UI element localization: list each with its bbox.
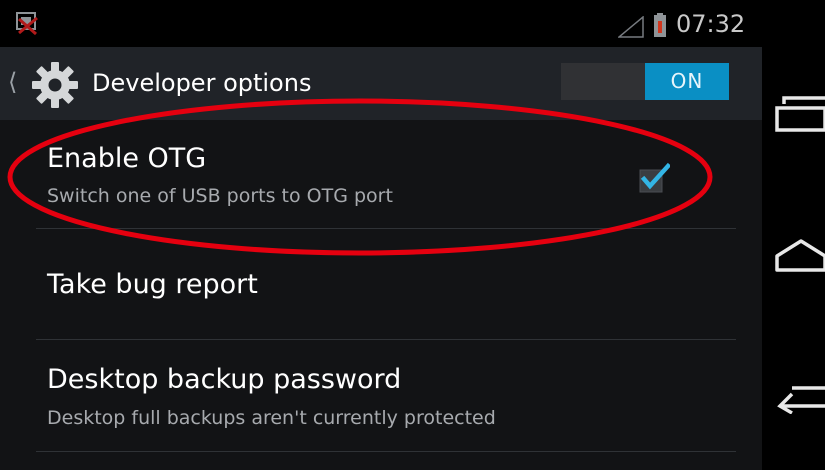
- back-button[interactable]: [762, 350, 825, 450]
- pref-summary: Switch one of USB ports to OTG port: [47, 185, 393, 207]
- status-bar: 07:32: [0, 0, 762, 47]
- usb-debugging-notification-icon: [16, 12, 38, 36]
- android-device-screen: 07:32 ⟨ Developer options ON Enable OTG …: [0, 0, 825, 470]
- pref-title: Enable OTG: [47, 143, 207, 174]
- pref-title: Take bug report: [47, 269, 258, 300]
- recent-apps-button[interactable]: [762, 72, 825, 172]
- pref-desktop-backup-password[interactable]: Desktop backup password Desktop full bac…: [0, 340, 762, 451]
- pref-title: Desktop backup password: [47, 364, 402, 395]
- switch-on-label: ON: [645, 63, 729, 100]
- back-icon: [777, 386, 825, 414]
- enable-otg-checkbox[interactable]: [638, 162, 670, 194]
- page-title: Developer options: [92, 69, 312, 97]
- status-clock: 07:32: [676, 10, 746, 38]
- settings-list: Enable OTG Switch one of USB ports to OT…: [0, 120, 762, 470]
- pref-summary: Desktop full backups aren't currently pr…: [47, 407, 496, 429]
- list-divider: [36, 451, 736, 452]
- pref-take-bug-report[interactable]: Take bug report: [0, 229, 762, 339]
- battery-icon: [654, 13, 666, 37]
- navigation-bar: [762, 0, 825, 470]
- screenshot: 07:32 ⟨ Developer options ON Enable OTG …: [0, 0, 825, 470]
- home-button[interactable]: [762, 207, 825, 307]
- chevron-left-icon: ⟨: [8, 68, 18, 96]
- action-bar: ⟨ Developer options ON: [0, 47, 762, 120]
- pref-enable-otg[interactable]: Enable OTG Switch one of USB ports to OT…: [0, 120, 762, 228]
- developer-options-switch[interactable]: ON: [561, 63, 729, 100]
- up-navigation-button[interactable]: ⟨: [0, 47, 80, 120]
- signal-icon: [618, 16, 644, 38]
- home-icon: [775, 239, 825, 272]
- gear-icon: [32, 62, 78, 108]
- recent-apps-icon: [775, 96, 825, 132]
